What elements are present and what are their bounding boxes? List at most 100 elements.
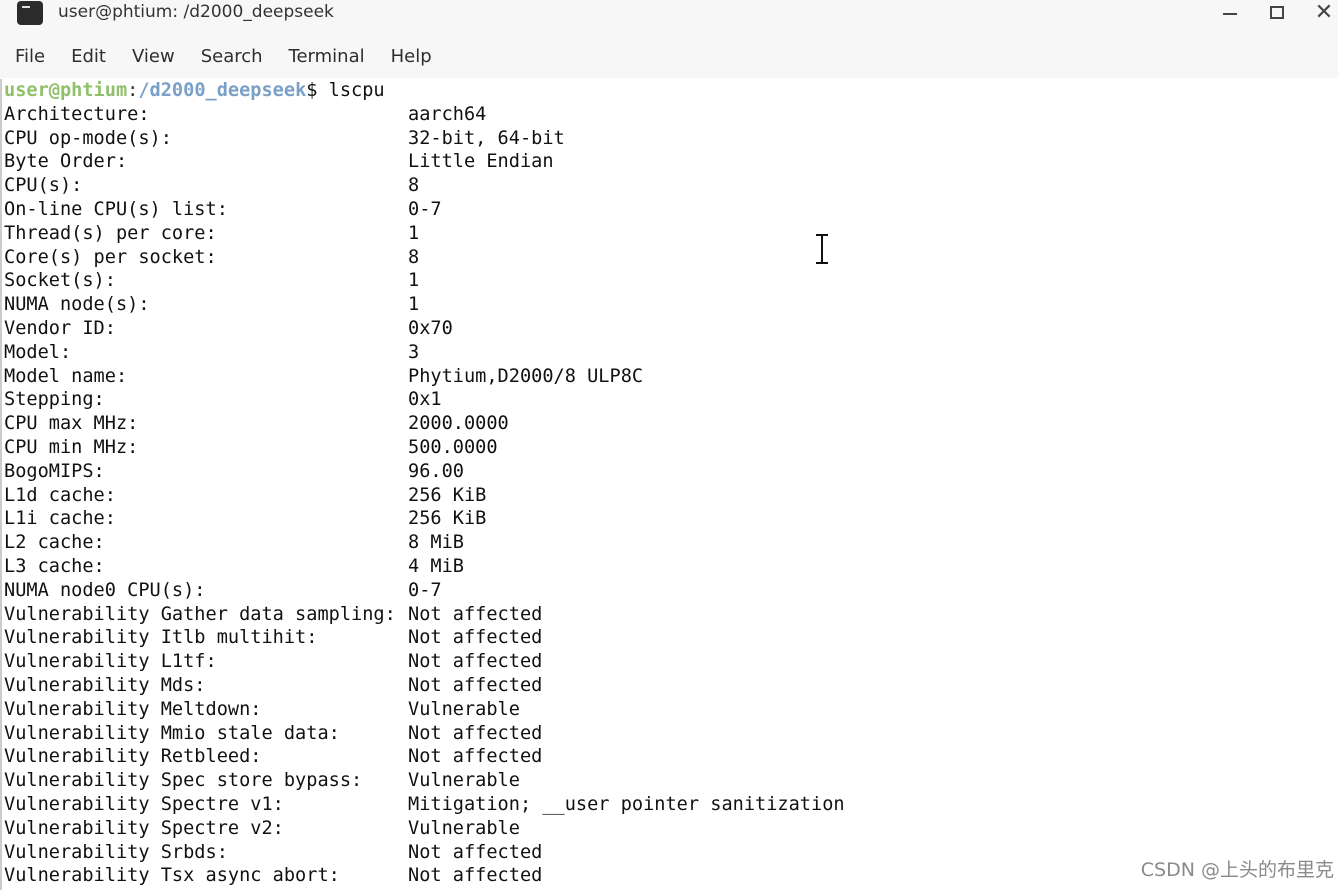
lscpu-row-value: Not affected [408, 746, 543, 768]
close-button[interactable]: ✕ [1306, 0, 1338, 25]
lscpu-row: L3 cache: 4 MiB [4, 555, 464, 579]
lscpu-row-value: 0x1 [408, 389, 442, 411]
lscpu-row-label: Vulnerability Itlb multihit: [4, 627, 318, 649]
lscpu-row-value: Not affected [408, 675, 543, 696]
lscpu-row-label: Vendor ID: [4, 318, 116, 339]
lscpu-row-label: Vulnerability L1tf: [4, 651, 217, 673]
lscpu-row-label: Core(s) per socket: [4, 246, 217, 268]
lscpu-row-label: Vulnerability Srbds: [4, 841, 228, 863]
lscpu-row-label: Vulnerability Tsx async abort: [4, 865, 340, 887]
lscpu-row: CPU min MHz: 500.0000 [4, 436, 498, 460]
lscpu-row: Vulnerability Spectre v1: Mitigation; __u… [4, 793, 845, 817]
minimize-icon [1223, 13, 1237, 15]
menu-view[interactable]: View [130, 46, 177, 67]
watermark: CSDN @上头的布里克 [1140, 859, 1334, 881]
lscpu-row: CPU op-mode(s): 32-bit, 64-bit [4, 127, 565, 151]
lscpu-row: L2 cache: 8 MiB [4, 531, 464, 555]
lscpu-row-value: 8 [408, 175, 420, 197]
lscpu-row-value: Phytium,D2000/8 ULP8C [408, 365, 644, 387]
lscpu-row-value: Not affected [408, 627, 543, 649]
lscpu-row-label: Socket(s): [4, 270, 116, 292]
lscpu-row: Vulnerability Itlb multihit: Not affected [4, 626, 542, 650]
lscpu-row-value: 0-7 [408, 199, 442, 220]
lscpu-row: Byte Order: Little Endian [4, 150, 554, 174]
lscpu-row: Vulnerability Mds: Not affected [4, 674, 542, 698]
lscpu-row-value: 96.00 [408, 460, 464, 482]
lscpu-row-value: 4 MiB [408, 556, 464, 577]
lscpu-row: Socket(s): 1 [4, 269, 419, 293]
lscpu-row-value: Vulnerable [408, 770, 520, 792]
lscpu-row-value: 256 KiB [408, 484, 487, 506]
menu-bar: File Edit View Search Terminal Help [0, 34, 1338, 78]
lscpu-row: NUMA node(s): 1 [4, 293, 419, 317]
menu-search[interactable]: Search [199, 46, 265, 67]
text-cursor-icon [816, 234, 828, 264]
window-title: user@phtium: /d2000_deepseek [58, 2, 334, 22]
lscpu-row: Vulnerability L1tf: Not affected [4, 650, 542, 674]
prompt-line: user@phtium:/d2000_deepseek$ lscpu [4, 79, 385, 103]
menu-file[interactable]: File [13, 46, 47, 67]
lscpu-row: NUMA node0 CPU(s): 0-7 [4, 579, 442, 603]
lscpu-row: Architecture: aarch64 [4, 103, 486, 127]
prompt-separator: : [127, 80, 139, 101]
lscpu-row-label: Vulnerability Spectre v2: [4, 817, 284, 839]
menu-help[interactable]: Help [389, 46, 434, 67]
prompt-command: lscpu [328, 80, 385, 101]
lscpu-row-label: NUMA node(s): [4, 294, 150, 316]
lscpu-row-value: Not affected [408, 841, 543, 863]
lscpu-row-label: CPU(s): [4, 175, 83, 197]
lscpu-row-value: 0-7 [408, 579, 442, 601]
lscpu-row: CPU max MHz: 2000.0000 [4, 412, 509, 436]
maximize-button[interactable] [1259, 0, 1295, 24]
lscpu-row: Model name: Phytium,D2000/8 ULP8C [4, 365, 643, 389]
lscpu-row-value: 0x70 [408, 318, 453, 339]
lscpu-row: L1i cache: 256 KiB [4, 507, 486, 531]
lscpu-row-label: Vulnerability Meltdown: [4, 698, 262, 720]
lscpu-row-value: Little Endian [408, 151, 554, 173]
lscpu-row-label: Vulnerability Spectre v1: [4, 794, 284, 815]
lscpu-row-label: On-line CPU(s) list: [4, 199, 228, 220]
menu-terminal[interactable]: Terminal [287, 46, 367, 67]
prompt-path: /d2000_deepseek [138, 80, 307, 101]
minimize-button[interactable] [1212, 0, 1248, 24]
lscpu-row: Thread(s) per core: 1 [4, 222, 419, 246]
lscpu-row: Core(s) per socket: 8 [4, 246, 419, 270]
terminal-icon [17, 1, 43, 25]
window-titlebar: user@phtium: /d2000_deepseek ✕ [0, 0, 1338, 35]
lscpu-row-label: Vulnerability Mds: [4, 675, 206, 696]
lscpu-row: Vulnerability Meltdown: Vulnerable [4, 698, 520, 722]
lscpu-row-value: 500.0000 [408, 437, 498, 458]
lscpu-row-value: 1 [408, 294, 420, 316]
lscpu-row-value: Not affected [408, 651, 543, 673]
lscpu-row-label: L1d cache: [4, 484, 116, 506]
lscpu-row: Stepping: 0x1 [4, 388, 442, 412]
lscpu-row-label: BogoMIPS: [4, 460, 105, 482]
lscpu-row: Vulnerability Tsx async abort: Not affect… [4, 864, 542, 888]
lscpu-row-label: L3 cache: [4, 556, 105, 577]
lscpu-row-value: Vulnerable [408, 817, 520, 839]
lscpu-row: Vulnerability Srbds: Not affected [4, 841, 542, 865]
lscpu-row-label: NUMA node0 CPU(s): [4, 579, 206, 601]
lscpu-row-label: L2 cache: [4, 532, 105, 554]
lscpu-row-label: Thread(s) per core: [4, 222, 217, 244]
lscpu-row-value: aarch64 [408, 103, 487, 125]
lscpu-row-label: CPU max MHz: [4, 413, 139, 435]
lscpu-row-label: CPU op-mode(s): [4, 127, 172, 149]
lscpu-row-value: Mitigation; __user pointer sanitization [408, 794, 845, 815]
prompt-dollar: $ [306, 80, 329, 101]
lscpu-row-label: CPU min MHz: [4, 437, 139, 458]
lscpu-row-value: 1 [408, 270, 420, 292]
lscpu-row: Vulnerability Retbleed: Not affected [4, 745, 542, 769]
lscpu-row-value: 3 [408, 341, 420, 363]
lscpu-row-label: Vulnerability Retbleed: [4, 746, 262, 768]
lscpu-row-value: 1 [408, 222, 420, 244]
lscpu-row: Vendor ID: 0x70 [4, 317, 453, 341]
lscpu-row-value: Not affected [408, 603, 543, 625]
lscpu-row: Model: 3 [4, 341, 419, 365]
lscpu-row-label: Model name: [4, 365, 128, 387]
terminal-output[interactable]: user@phtium:/d2000_deepseek$ lscpu Archi… [0, 79, 1338, 890]
lscpu-row: BogoMIPS: 96.00 [4, 460, 464, 484]
lscpu-row: CPU(s): 8 [4, 174, 419, 198]
menu-edit[interactable]: Edit [69, 46, 108, 67]
prompt-user-host: user@phtium [4, 80, 128, 101]
